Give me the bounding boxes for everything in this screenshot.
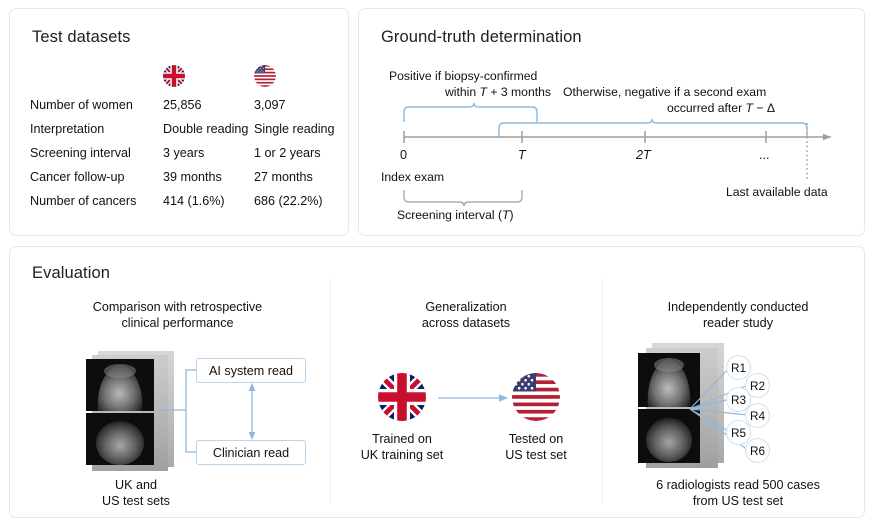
evaluation-column-2-caption-right: Tested on US test set	[476, 431, 596, 463]
clinician-read-box[interactable]: Clinician read	[196, 440, 306, 465]
page-title-test-datasets: Test datasets	[32, 28, 131, 46]
evaluation-column-1-title: Comparison with retrospective clinical p…	[50, 299, 305, 331]
row-value-us: 1 or 2 years	[254, 146, 321, 160]
row-value-uk: 414 (1.6%)	[163, 194, 225, 208]
screening-interval-prefix: Screening interval (	[397, 208, 502, 222]
column-2-left-caption-line2: UK training set	[360, 448, 444, 462]
evaluation-column-1-caption: UK and US test sets	[66, 477, 206, 509]
tick-label-T: T	[518, 148, 526, 162]
column-2-right-caption-line1: Tested on	[508, 432, 564, 446]
column-3-caption-line1: 6 radiologists read 500 cases	[656, 478, 820, 492]
reader-circle-R6: R6	[745, 438, 770, 463]
row-value-uk: 3 years	[163, 146, 205, 160]
us-flag-icon	[254, 65, 276, 87]
comparison-arrow-head-down	[248, 432, 256, 440]
column-1-title-line1: Comparison with retrospective	[92, 300, 263, 314]
row-value-uk: Double reading	[163, 122, 249, 136]
mammogram-image-bottom	[86, 413, 154, 465]
row-value-uk: 25,856	[163, 98, 202, 112]
column-1-caption-line2: US test sets	[102, 494, 170, 508]
table-row: Interpretation Double reading Single rea…	[30, 117, 350, 141]
test-datasets-panel: Test datasets Number of women 25,856 3,0…	[9, 8, 349, 236]
table-row: Screening interval 3 years 1 or 2 years	[30, 141, 350, 165]
mammogram-image-top	[86, 359, 154, 411]
column-2-left-caption-line1: Trained on	[372, 432, 432, 446]
row-label: Number of cancers	[30, 194, 137, 208]
row-label: Cancer follow-up	[30, 170, 125, 184]
column-3-caption-line2: from US test set	[692, 494, 784, 508]
uk-flag-icon-training	[378, 373, 426, 421]
column-2-title-line2: across datasets	[421, 316, 511, 330]
row-label: Interpretation	[30, 122, 105, 136]
uk-flag-icon	[163, 65, 185, 87]
ai-system-read-box[interactable]: AI system read	[196, 358, 306, 383]
uk-flag-column-header	[163, 65, 254, 87]
timeline-axis-arrowhead	[823, 133, 831, 141]
table-row: Cancer follow-up 39 months 27 months	[30, 165, 350, 189]
us-flag-icon-testing	[512, 373, 560, 421]
evaluation-column-3-caption: 6 radiologists read 500 cases from US te…	[610, 477, 866, 509]
positive-window-brace	[403, 102, 538, 122]
evaluation-column-2-caption-left: Trained on UK training set	[342, 431, 462, 463]
column-2-right-caption-line2: US test set	[505, 448, 567, 462]
row-value-us: Single reading	[254, 122, 335, 136]
table-row: Number of women 25,856 3,097	[30, 93, 350, 117]
generalization-arrow	[438, 394, 508, 402]
table-row: Number of cancers 414 (1.6%) 686 (22.2%)	[30, 189, 350, 213]
ai-clinician-comparison-arrow	[248, 383, 256, 440]
screening-interval-label: Screening interval (T)	[397, 208, 514, 223]
row-label: Screening interval	[30, 146, 131, 160]
us-flag-column-header	[254, 65, 350, 87]
row-value-us: 27 months	[254, 170, 313, 184]
column-3-title-line1: Independently conducted	[667, 300, 809, 314]
tick-label-0: 0	[400, 148, 408, 162]
column-2-title-line1: Generalization	[425, 300, 507, 314]
evaluation-panel: Evaluation Comparison with retrospective…	[9, 246, 865, 518]
table-header-row	[30, 59, 350, 93]
reader-circle-R4: R4	[745, 403, 770, 428]
last-available-data-label: Last available data	[726, 185, 828, 199]
negative-window-brace	[498, 118, 808, 137]
ground-truth-timeline-diagram: Positive if biopsy-confirmed within T + …	[359, 9, 866, 237]
column-1-caption-line1: UK and	[114, 478, 157, 492]
row-label: Number of women	[30, 98, 133, 112]
ground-truth-panel: Ground-truth determination Positive if b…	[358, 8, 865, 236]
tick-label-2T: 2T	[636, 148, 651, 162]
comparison-arrow-head-up	[248, 383, 256, 391]
generalization-arrow-head	[499, 394, 508, 402]
row-value-us: 686 (22.2%)	[254, 194, 323, 208]
row-value-uk: 39 months	[163, 170, 222, 184]
row-value-us: 3,097	[254, 98, 286, 112]
index-exam-label: Index exam	[381, 170, 445, 184]
evaluation-column-2-title: Generalization across datasets	[346, 299, 586, 331]
page-title-evaluation: Evaluation	[32, 264, 111, 282]
timeline-svg	[403, 102, 831, 207]
evaluation-column-3-title: Independently conducted reader study	[618, 299, 858, 331]
column-divider-1	[330, 279, 331, 503]
column-divider-2	[602, 279, 603, 503]
test-datasets-table: Number of women 25,856 3,097 Interpretat…	[30, 59, 350, 213]
screening-interval-suffix: )	[509, 208, 514, 222]
tick-label-ellipsis: ...	[759, 148, 770, 162]
column-3-title-line2: reader study	[702, 316, 773, 330]
connector-to-R1	[689, 366, 731, 410]
screening-interval-brace	[403, 190, 523, 207]
column-1-title-line2: clinical performance	[121, 316, 234, 330]
